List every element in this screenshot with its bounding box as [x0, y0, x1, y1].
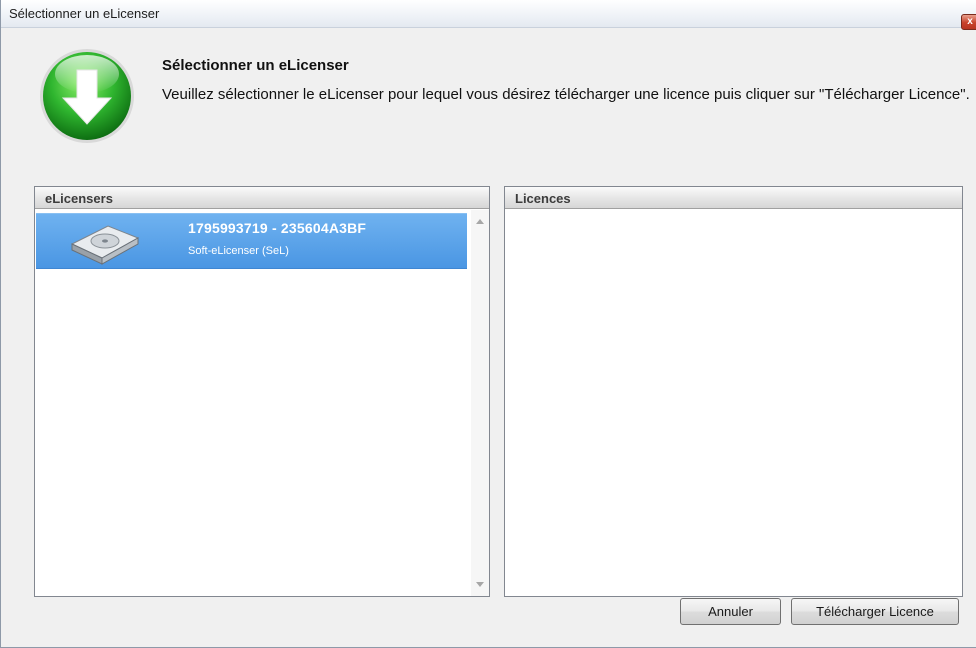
- page-description: Veuillez sélectionner le eLicenser pour …: [162, 86, 970, 103]
- elicensers-panel-header: eLicensers: [35, 187, 489, 209]
- page-title: Sélectionner un eLicenser: [162, 57, 349, 74]
- elicensers-scrollbar[interactable]: [471, 210, 489, 596]
- licences-panel-header: Licences: [505, 187, 962, 209]
- close-button[interactable]: x: [961, 14, 976, 30]
- elicenser-list-item[interactable]: 1795993719 - 235604A3BF Soft-eLicenser (…: [36, 213, 467, 269]
- download-license-button[interactable]: Télécharger Licence: [791, 598, 959, 625]
- window-title: Sélectionner un eLicenser: [9, 6, 160, 21]
- licences-panel: Licences: [504, 186, 963, 597]
- scroll-up-icon[interactable]: [476, 219, 484, 224]
- elicenser-type: Soft-eLicenser (SeL): [188, 245, 289, 257]
- elicenser-dialog: Sélectionner un eLicenser x Sélectionner…: [0, 0, 976, 648]
- scroll-down-icon[interactable]: [476, 582, 484, 587]
- title-bar[interactable]: Sélectionner un eLicenser x: [1, 0, 976, 30]
- download-arrow-icon: [40, 49, 134, 143]
- hard-disk-icon: [70, 225, 140, 265]
- cancel-button[interactable]: Annuler: [680, 598, 781, 625]
- elicenser-serial: 1795993719 - 235604A3BF: [188, 220, 367, 236]
- elicensers-panel: eLicensers 1795993719 - 235604A3BF Soft-…: [34, 186, 490, 597]
